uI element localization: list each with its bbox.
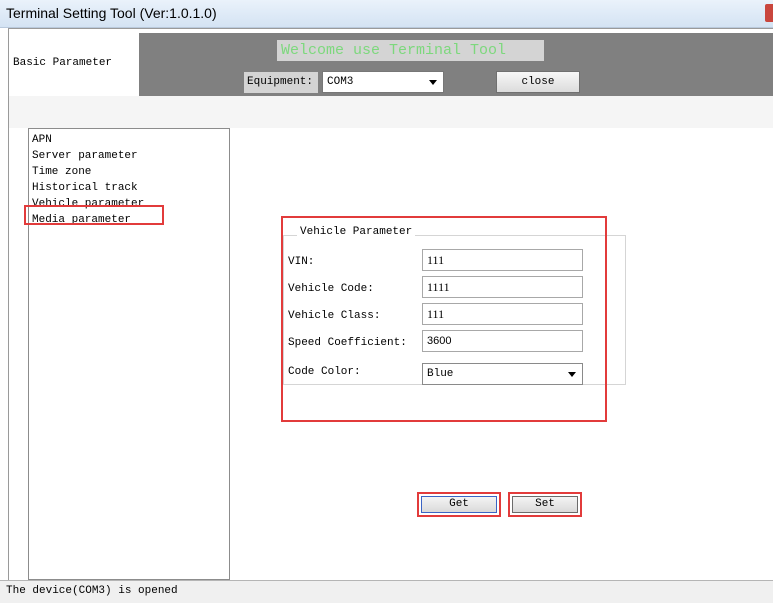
set-button-highlight: Set — [508, 492, 582, 517]
window-close-icon[interactable] — [765, 4, 773, 22]
close-button[interactable]: close — [496, 71, 580, 93]
equipment-select-value: COM3 — [327, 76, 354, 88]
tab-basic-parameter[interactable]: Basic Parameter — [9, 33, 139, 96]
header-spacer — [9, 96, 773, 128]
window-title: Terminal Setting Tool (Ver:1.0.1.0) — [6, 5, 217, 21]
sidebar-tree: APN Server parameter Time zone Historica… — [28, 128, 230, 580]
sidebar-item-server-parameter[interactable]: Server parameter — [32, 149, 138, 163]
welcome-banner: Welcome use Terminal Tool — [277, 40, 544, 61]
sidebar-item-time-zone[interactable]: Time zone — [32, 165, 91, 179]
vehicle-parameter-highlight — [281, 216, 607, 422]
get-button[interactable]: Get — [421, 496, 497, 513]
tab-basic-parameter-label: Basic Parameter — [13, 57, 113, 69]
title-bar: Terminal Setting Tool (Ver:1.0.1.0) — [0, 0, 773, 28]
sidebar-item-historical-track[interactable]: Historical track — [32, 181, 138, 195]
sidebar-item-apn[interactable]: APN — [32, 133, 52, 147]
equipment-select[interactable]: COM3 — [322, 71, 444, 93]
get-button-highlight: Get — [417, 492, 501, 517]
equipment-label: Equipment: — [244, 72, 318, 93]
status-text: The device(COM3) is opened — [6, 585, 178, 597]
status-bar: The device(COM3) is opened — [0, 580, 773, 603]
set-button[interactable]: Set — [512, 496, 578, 513]
chevron-down-icon — [429, 80, 437, 85]
selected-item-highlight — [24, 205, 164, 225]
